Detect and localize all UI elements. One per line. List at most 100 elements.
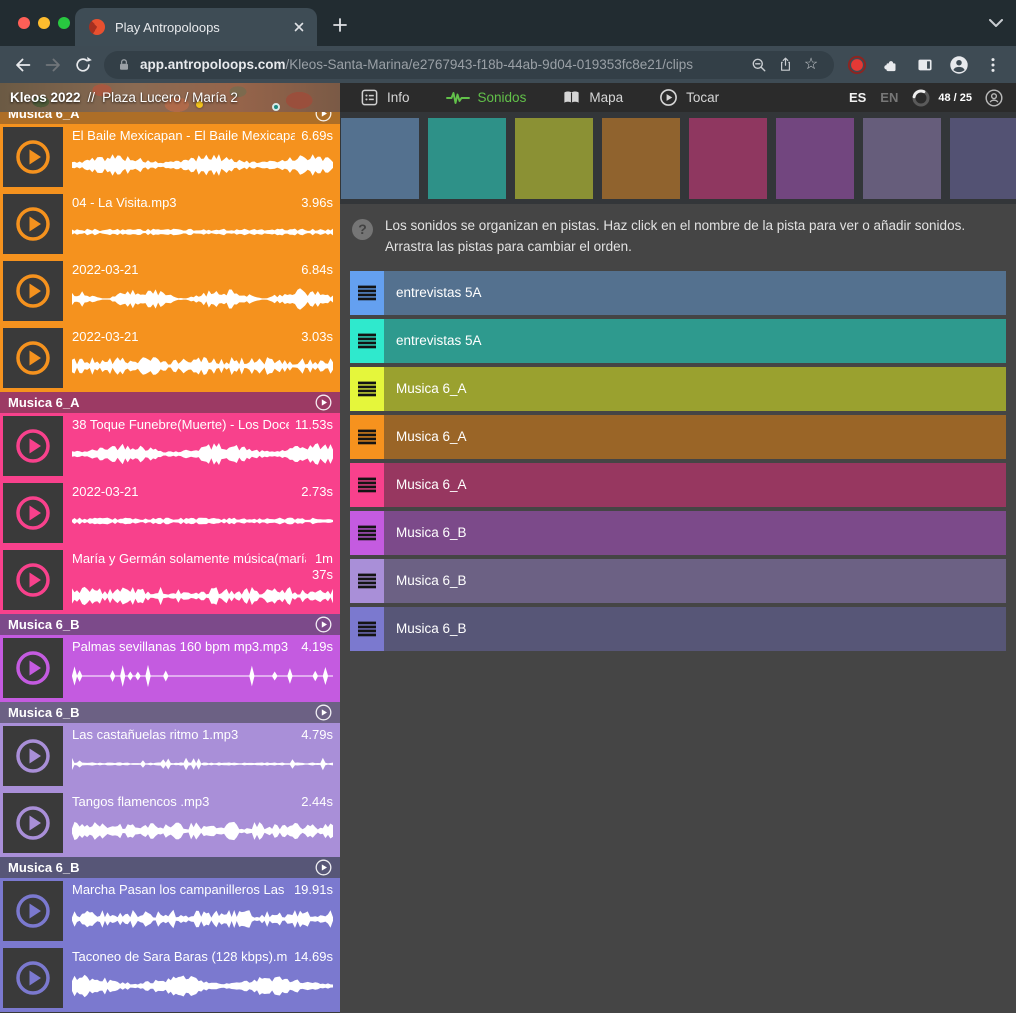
track-row[interactable]: Musica 6_A	[350, 367, 1006, 411]
back-icon[interactable]	[8, 50, 38, 80]
drag-handle-icon	[357, 525, 377, 541]
clip-waveform	[72, 433, 333, 475]
track-color-swatch[interactable]	[341, 118, 419, 199]
track-name[interactable]: entrevistas 5A	[384, 271, 1006, 315]
forward-icon[interactable]	[38, 50, 68, 80]
section-play-button[interactable]	[315, 704, 332, 721]
clip-play-button[interactable]	[3, 261, 63, 321]
close-window-button[interactable]	[18, 17, 30, 29]
clip-play-button[interactable]	[3, 194, 63, 254]
nav-item-mapa[interactable]: Mapa	[562, 90, 623, 105]
clip-section-header[interactable]: Musica 6_A	[0, 112, 340, 124]
track-name[interactable]: entrevistas 5A	[384, 319, 1006, 363]
track-drag-handle[interactable]	[350, 463, 384, 507]
clip-play-button[interactable]	[3, 881, 63, 941]
track-color-swatch[interactable]	[689, 118, 767, 199]
track-color-swatch[interactable]	[602, 118, 680, 199]
nav-item-sonidos[interactable]: Sonidos	[446, 90, 527, 106]
breadcrumb-page: Plaza Lucero / María 2	[102, 90, 238, 105]
track-drag-handle[interactable]	[350, 271, 384, 315]
track-name[interactable]: Musica 6_A	[384, 463, 1006, 507]
clip-section-header[interactable]: Musica 6_A	[0, 392, 340, 413]
app-header: Kleos 2022 // Plaza Lucero / María 2 Inf…	[0, 83, 1016, 112]
nav-item-tocar[interactable]: Tocar	[659, 88, 719, 107]
track-drag-handle[interactable]	[350, 415, 384, 459]
track-name[interactable]: Musica 6_B	[384, 607, 1006, 651]
side-panel-icon[interactable]	[910, 50, 940, 80]
track-name[interactable]: Musica 6_A	[384, 367, 1006, 411]
track-color-swatch[interactable]	[776, 118, 854, 199]
clip-item: 38 Toque Funebre(Muerte) - Los Doce Par.…	[0, 413, 340, 480]
track-drag-handle[interactable]	[350, 319, 384, 363]
track-drag-handle[interactable]	[350, 559, 384, 603]
track-name[interactable]: Musica 6_B	[384, 511, 1006, 555]
nav-item-info[interactable]: Info	[360, 88, 410, 107]
record-extension-icon[interactable]	[842, 50, 872, 80]
minimize-window-button[interactable]	[38, 17, 50, 29]
clip-item: Las castañuelas ritmo 1.mp34.79s	[0, 723, 340, 790]
track-drag-handle[interactable]	[350, 367, 384, 411]
clip-play-button[interactable]	[3, 328, 63, 388]
clip-play-button[interactable]	[3, 127, 63, 187]
browser-tab[interactable]: Play Antropoloops	[75, 8, 317, 46]
clip-play-button[interactable]	[3, 483, 63, 543]
track-drag-handle[interactable]	[350, 607, 384, 651]
track-row[interactable]: entrevistas 5A	[350, 271, 1006, 315]
window-controls	[18, 17, 70, 29]
new-tab-button[interactable]	[328, 13, 352, 37]
clip-section-header[interactable]: Musica 6_B	[0, 702, 340, 723]
clip-title: 2022-03-21	[72, 329, 295, 345]
section-play-button[interactable]	[315, 394, 332, 411]
section-play-button[interactable]	[315, 859, 332, 876]
clip-play-button[interactable]	[3, 638, 63, 698]
clip-item: El Baile Mexicapan - El Baile Mexicapan.…	[0, 124, 340, 191]
clip-play-icon	[13, 204, 53, 244]
clip-play-button[interactable]	[3, 550, 63, 610]
waveform-image	[72, 818, 333, 844]
clip-section-header[interactable]: Musica 6_B	[0, 857, 340, 878]
lang-en-button[interactable]: EN	[880, 90, 898, 105]
app-nav: Info Sonidos Mapa Tocar ES EN 48 / 25	[340, 83, 1016, 112]
track-row[interactable]: Musica 6_A	[350, 415, 1006, 459]
clip-title: 2022-03-21	[72, 262, 295, 278]
section-play-button[interactable]	[315, 616, 332, 633]
zoom-window-button[interactable]	[58, 17, 70, 29]
track-name[interactable]: Musica 6_A	[384, 415, 1006, 459]
track-color-swatch[interactable]	[863, 118, 941, 199]
track-row[interactable]: entrevistas 5A	[350, 319, 1006, 363]
profile-avatar-icon[interactable]	[944, 50, 974, 80]
help-note: ? Los sonidos se organizan en pistas. Ha…	[340, 204, 1016, 266]
track-row[interactable]: Musica 6_B	[350, 511, 1006, 555]
track-row[interactable]: Musica 6_B	[350, 607, 1006, 651]
reload-icon[interactable]	[68, 50, 98, 80]
clip-play-button[interactable]	[3, 726, 63, 786]
clip-play-button[interactable]	[3, 793, 63, 853]
track-row[interactable]: Musica 6_A	[350, 463, 1006, 507]
track-drag-handle[interactable]	[350, 511, 384, 555]
zoom-icon[interactable]	[746, 53, 772, 77]
clip-play-button[interactable]	[3, 948, 63, 1008]
breadcrumb-project[interactable]: Kleos 2022	[10, 90, 81, 105]
bookmark-star-icon[interactable]: ☆	[798, 53, 824, 77]
tab-search-chevron-icon[interactable]	[984, 12, 1008, 34]
track-color-swatch[interactable]	[515, 118, 593, 199]
account-icon[interactable]	[984, 88, 1004, 108]
track-color-swatch[interactable]	[950, 118, 1016, 199]
address-bar[interactable]: app.antropoloops.com/Kleos-Santa-Marina/…	[104, 51, 834, 79]
track-color-swatch[interactable]	[428, 118, 506, 199]
lang-es-button[interactable]: ES	[849, 90, 866, 105]
drag-handle-icon	[357, 573, 377, 589]
clip-title: 04 - La Visita.mp3	[72, 195, 295, 211]
play-circle-icon	[659, 88, 678, 107]
tab-close-icon[interactable]	[291, 19, 307, 35]
section-play-button[interactable]	[315, 112, 332, 122]
clip-play-button[interactable]	[3, 416, 63, 476]
share-icon[interactable]	[772, 53, 798, 77]
clip-title: 2022-03-21	[72, 484, 295, 500]
track-name[interactable]: Musica 6_B	[384, 559, 1006, 603]
clip-duration: 4.79s	[301, 727, 333, 743]
browser-menu-icon[interactable]	[978, 50, 1008, 80]
clip-section-header[interactable]: Musica 6_B	[0, 614, 340, 635]
extensions-puzzle-icon[interactable]	[876, 50, 906, 80]
track-row[interactable]: Musica 6_B	[350, 559, 1006, 603]
